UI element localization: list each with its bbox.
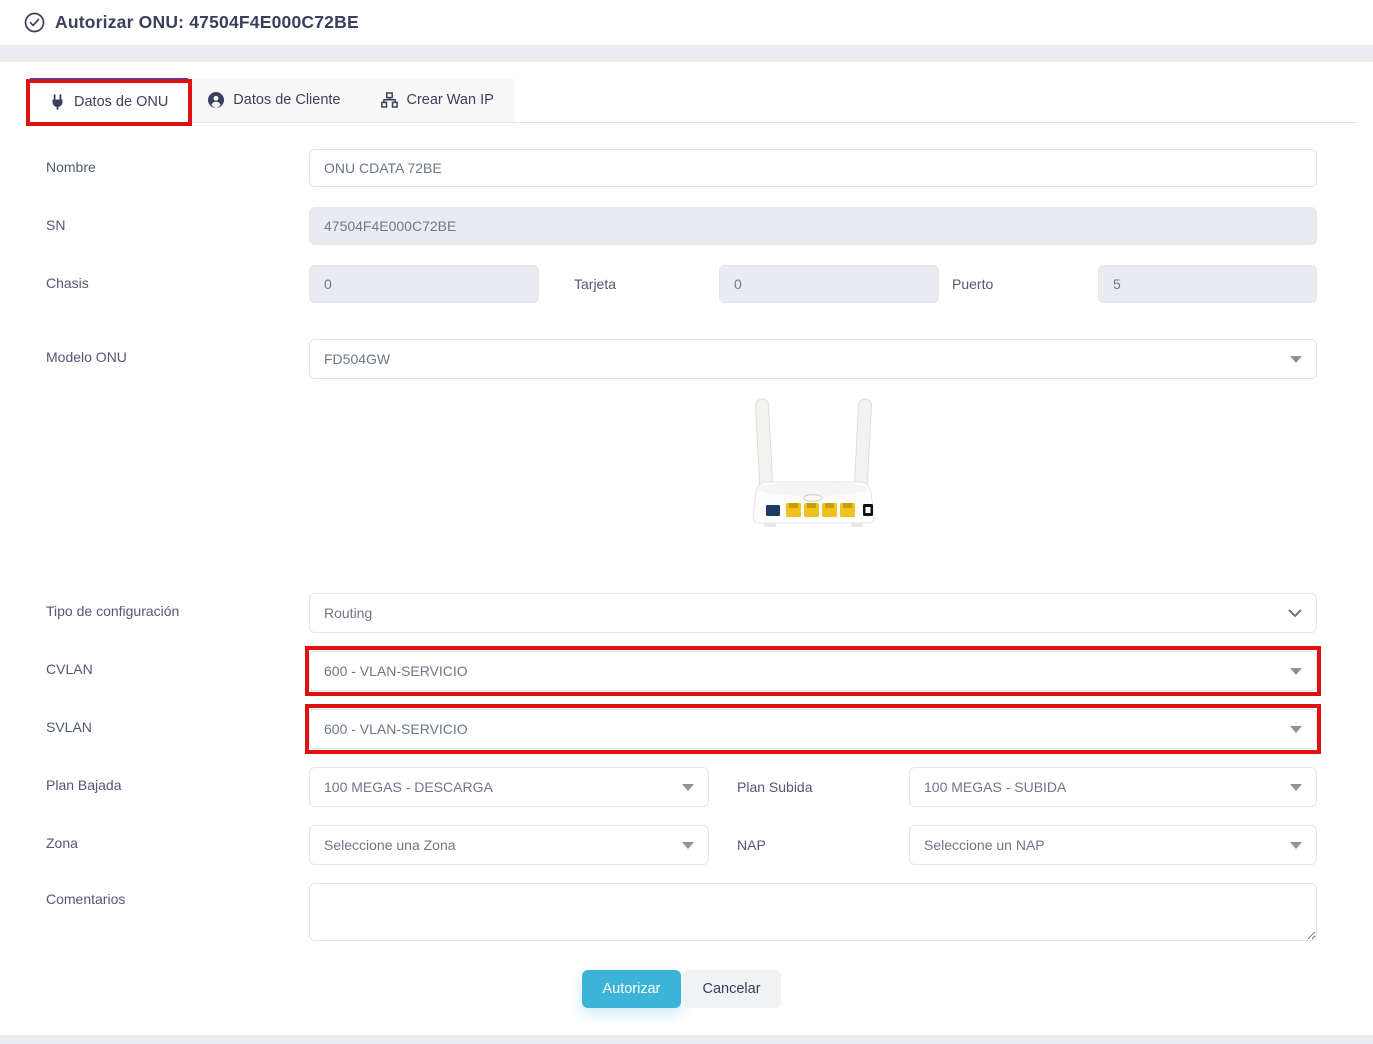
plan-subida-value: 100 MEGAS - SUBIDA [924, 779, 1066, 795]
authorize-onu-card: Datos de ONU Datos de Cliente [0, 62, 1373, 1035]
tab-datos-de-onu[interactable]: Datos de ONU [30, 78, 188, 122]
check-circle-icon [24, 12, 45, 33]
tipo-configuracion-value: Routing [324, 605, 372, 621]
cvlan-label: CVLAN [46, 651, 309, 677]
cancelar-button[interactable]: Cancelar [683, 970, 781, 1008]
onu-router-photo [726, 397, 901, 537]
tarjeta-label: Tarjeta [539, 276, 719, 292]
nap-label: NAP [709, 837, 909, 853]
plug-icon [50, 94, 65, 110]
plan-subida-dropdown[interactable]: 100 MEGAS - SUBIDA [909, 767, 1317, 807]
svlan-dropdown[interactable]: 600 - VLAN-SERVICIO [309, 709, 1317, 749]
svlan-value: 600 - VLAN-SERVICIO [324, 721, 468, 737]
chasis-input [309, 265, 539, 303]
caret-down-icon [1290, 784, 1302, 791]
plan-bajada-dropdown[interactable]: 100 MEGAS - DESCARGA [309, 767, 709, 807]
caret-down-icon [1290, 842, 1302, 849]
plan-bajada-label: Plan Bajada [46, 767, 309, 793]
sn-label: SN [46, 207, 309, 233]
caret-down-icon [682, 784, 694, 791]
plan-bajada-value: 100 MEGAS - DESCARGA [324, 779, 493, 795]
puerto-input [1098, 265, 1317, 303]
zona-placeholder: Seleccione una Zona [324, 837, 456, 853]
caret-down-icon [1290, 668, 1302, 675]
chasis-label: Chasis [46, 265, 309, 291]
tipo-configuracion-label: Tipo de configuración [46, 593, 309, 619]
page-title: Autorizar ONU: 47504F4E000C72BE [55, 12, 359, 33]
tab-label: Crear Wan IP [407, 92, 494, 108]
tab-label: Datos de Cliente [233, 92, 340, 108]
caret-down-icon [1290, 356, 1302, 363]
nombre-input[interactable] [309, 149, 1317, 187]
sn-input [309, 207, 1317, 245]
modelo-onu-label: Modelo ONU [46, 339, 309, 365]
caret-down-icon [682, 842, 694, 849]
svlan-label: SVLAN [46, 709, 309, 735]
tarjeta-input [719, 265, 939, 303]
plan-subida-label: Plan Subida [709, 779, 909, 795]
tipo-configuracion-select[interactable]: Routing [309, 593, 1317, 633]
zona-dropdown[interactable]: Seleccione una Zona [309, 825, 709, 865]
nap-placeholder: Seleccione un NAP [924, 837, 1045, 853]
modelo-onu-value: FD504GW [324, 351, 390, 367]
tab-crear-wan-ip[interactable]: Crear Wan IP [361, 78, 514, 122]
comentarios-textarea[interactable] [309, 883, 1317, 941]
autorizar-button[interactable]: Autorizar [582, 970, 680, 1008]
modelo-onu-dropdown[interactable]: FD504GW [309, 339, 1317, 379]
nombre-label: Nombre [46, 149, 309, 175]
user-icon [208, 92, 224, 108]
chevron-down-icon [1288, 609, 1302, 618]
puerto-label: Puerto [939, 276, 1098, 292]
titlebar: Autorizar ONU: 47504F4E000C72BE [0, 0, 1373, 45]
zona-label: Zona [46, 825, 309, 851]
tab-label: Datos de ONU [74, 94, 168, 110]
cvlan-value: 600 - VLAN-SERVICIO [324, 663, 468, 679]
cvlan-dropdown[interactable]: 600 - VLAN-SERVICIO [309, 651, 1317, 691]
tab-bar: Datos de ONU Datos de Cliente [30, 62, 1357, 123]
sitemap-icon [381, 92, 398, 108]
caret-down-icon [1290, 726, 1302, 733]
nap-dropdown[interactable]: Seleccione un NAP [909, 825, 1317, 865]
comentarios-label: Comentarios [46, 883, 309, 907]
onu-form: Nombre SN Chasis Tarjeta Puerto [0, 123, 1373, 1008]
page-root: Autorizar ONU: 47504F4E000C72BE Datos de… [0, 0, 1373, 1035]
tab-datos-de-cliente[interactable]: Datos de Cliente [188, 78, 360, 122]
